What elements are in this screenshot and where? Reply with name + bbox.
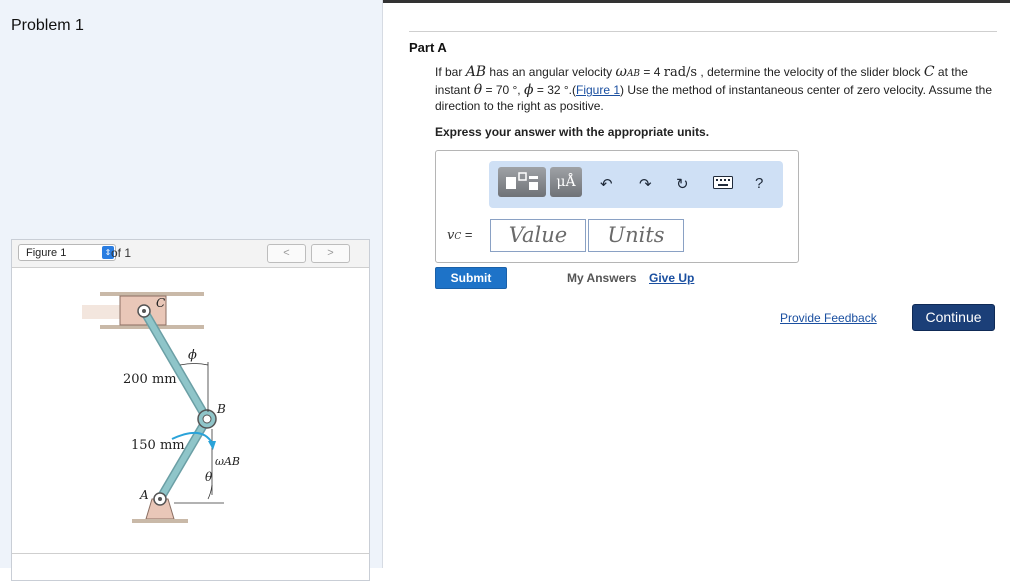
undo-icon[interactable]: ↶ — [600, 175, 613, 193]
question-text: If bar AB has an angular velocity ωAB = … — [435, 64, 993, 113]
pin-c-center — [142, 309, 146, 313]
label-c: C — [156, 296, 165, 310]
figure-prev-button[interactable]: < — [267, 244, 306, 263]
slider-guide-shadow — [82, 305, 122, 319]
ground-a — [132, 519, 188, 523]
help-icon[interactable]: ? — [755, 175, 763, 192]
figure-toolbar: Figure 1 ⇕ of 1 < > — [12, 240, 369, 268]
instructions: Express your answer with the appropriate… — [435, 125, 710, 139]
label-150mm: 150 mm — [131, 438, 185, 453]
figure-bottom-divider — [12, 553, 369, 554]
phi-arc — [179, 363, 209, 366]
rod-ab-fill — [157, 416, 210, 502]
pin-b-inner — [202, 414, 212, 424]
units-button[interactable]: μÅ — [550, 167, 582, 197]
value-input[interactable]: Value — [490, 219, 586, 252]
bar-ab: AB — [465, 64, 487, 80]
redo-icon[interactable]: ↷ — [639, 175, 652, 193]
label-b: B — [216, 402, 226, 416]
keyboard-icon[interactable] — [713, 176, 733, 193]
continue-button[interactable]: Continue — [912, 304, 995, 331]
part-divider — [409, 31, 997, 32]
provide-feedback-link[interactable]: Provide Feedback — [780, 311, 877, 325]
angular-velocity-unit: rad/s — [663, 65, 698, 80]
slider-guide-top — [100, 292, 204, 296]
block-c: C — [923, 64, 935, 80]
templates-button[interactable] — [498, 167, 546, 197]
label-a: A — [139, 488, 149, 502]
figure-link[interactable]: Figure 1 — [576, 83, 620, 97]
answer-variable-label: vC = — [447, 227, 473, 243]
my-answers-link[interactable]: My Answers — [567, 271, 637, 285]
mechanism-diagram: C ϕ 200 mm B 150 mm ωAB θ A — [82, 292, 240, 523]
give-up-link[interactable]: Give Up — [649, 271, 694, 285]
reset-icon[interactable]: ↻ — [676, 175, 689, 193]
figure-next-button[interactable]: > — [311, 244, 350, 263]
pin-a-center — [158, 497, 162, 501]
equation-toolbar: μÅ ↶ ↷ ↻ ? — [489, 161, 783, 208]
units-input[interactable]: Units — [588, 219, 684, 252]
templates-icon — [506, 172, 538, 190]
label-phi: ϕ — [188, 348, 197, 363]
left-pane: Problem 1 Figure 1 ⇕ of 1 < > C ϕ 200 mm… — [0, 0, 383, 581]
figure-select[interactable]: Figure 1 ⇕ — [18, 244, 116, 261]
figure-panel: Figure 1 ⇕ of 1 < > C ϕ 200 mm B 150 mm … — [11, 239, 370, 581]
label-omega-ab: ωAB — [215, 455, 240, 468]
figure-count: of 1 — [111, 246, 132, 260]
phi-symbol: ϕ — [523, 82, 534, 98]
top-rule — [383, 0, 1010, 3]
theta-symbol: θ — [473, 82, 483, 98]
answer-box: μÅ ↶ ↷ ↻ ? vC = Value Units — [435, 150, 799, 263]
label-theta: θ — [205, 470, 213, 484]
label-200mm: 200 mm — [123, 372, 177, 387]
part-title: Part A — [409, 40, 447, 55]
theta-arc — [207, 484, 213, 500]
figure-select-value: Figure 1 — [26, 247, 67, 259]
omega-subscript: AB — [626, 69, 641, 79]
problem-title: Problem 1 — [11, 17, 84, 34]
omega-symbol: ω — [615, 64, 627, 80]
submit-button[interactable]: Submit — [435, 267, 507, 289]
